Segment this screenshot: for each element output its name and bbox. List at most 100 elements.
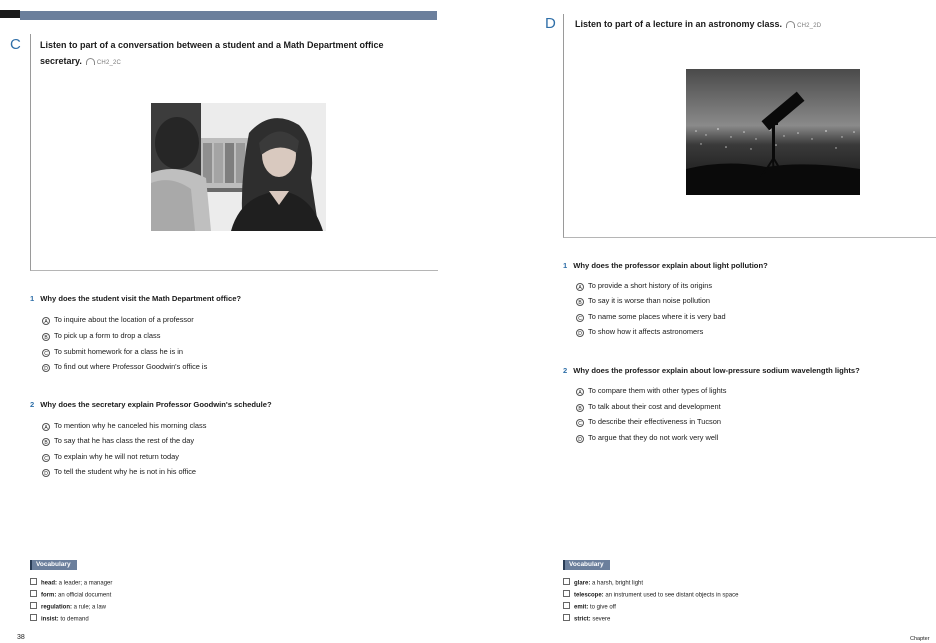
option-letter-circle: A xyxy=(576,388,584,396)
vocab-term: regulation: xyxy=(41,604,72,611)
option-b[interactable]: B To say that he has class the rest of th… xyxy=(42,436,194,446)
option-letter-circle: C xyxy=(42,349,50,357)
vocab-definition: a rule; a law xyxy=(72,604,107,611)
checkbox-icon xyxy=(30,614,37,621)
vocab-definition: to demand xyxy=(58,616,89,623)
option-letter-circle: C xyxy=(576,314,584,322)
option-letter-circle: B xyxy=(42,438,50,446)
vocab-item: strict: severe xyxy=(563,614,610,623)
section-c-letter: C xyxy=(10,36,21,53)
question-number: 1 xyxy=(563,261,568,270)
top-color-bar xyxy=(20,11,437,20)
option-text: To find out where Professor Goodwin's of… xyxy=(54,362,208,371)
vocab-term: form: xyxy=(41,592,57,599)
question-number: 1 xyxy=(30,294,35,303)
section-d-heading-text: Listen to part of a lecture in an astron… xyxy=(575,19,783,29)
page-footer-right: Chapter xyxy=(910,636,930,642)
vocab-item: emit: to give off xyxy=(563,602,616,611)
vocab-definition: severe xyxy=(590,616,611,623)
section-d-letter: D xyxy=(545,15,556,32)
question-text: 2 Why does the secretary explain Professo… xyxy=(30,400,272,409)
option-text: To talk about their cost and development xyxy=(588,402,721,411)
option-c[interactable]: C To explain why he will not return today xyxy=(42,452,179,462)
vocabulary-label: Vocabulary xyxy=(563,560,610,570)
headphones-icon xyxy=(786,21,796,28)
checkbox-icon xyxy=(30,590,37,597)
audio-track-label: CH2_2D xyxy=(797,23,822,29)
option-text: To explain why he will not return today xyxy=(54,452,179,461)
vocab-term: strict: xyxy=(574,616,591,623)
option-b[interactable]: B To talk about their cost and developmen… xyxy=(576,402,721,412)
vocabulary-label: Vocabulary xyxy=(30,560,77,570)
question-number: 2 xyxy=(30,400,35,409)
checkbox-icon xyxy=(563,614,570,621)
option-d[interactable]: D To tell the student why he is not in hi… xyxy=(42,467,196,477)
option-letter-circle: D xyxy=(576,435,584,443)
option-b[interactable]: B To say it is worse than noise pollution xyxy=(576,296,710,306)
question-stem: Why does the student visit the Math Depa… xyxy=(40,294,242,303)
option-b[interactable]: B To pick up a form to drop a class xyxy=(42,331,160,341)
question-stem: Why does the professor explain about low… xyxy=(573,366,860,375)
photo-office-illustration xyxy=(151,103,326,231)
question-stem: Why does the secretary explain Professor… xyxy=(40,400,272,409)
vocab-term: insist: xyxy=(41,616,59,623)
option-text: To provide a short history of its origin… xyxy=(588,281,713,290)
vocab-item: regulation: a rule; a law xyxy=(30,602,106,611)
vocab-definition: an instrument used to see distant object… xyxy=(603,592,739,599)
vocab-term: glare: xyxy=(574,580,591,587)
question-stem: Why does the professor explain about lig… xyxy=(573,261,768,270)
headphones-icon xyxy=(85,58,95,65)
option-a[interactable]: A To inquire about the location of a prof… xyxy=(42,315,194,325)
checkbox-icon xyxy=(563,602,570,609)
question-text: 1 Why does the student visit the Math Dep… xyxy=(30,294,241,303)
vocab-item: glare: a harsh, bright light xyxy=(563,578,643,587)
option-d[interactable]: D To show how it affects astronomers xyxy=(576,327,703,337)
vocab-item: insist: to demand xyxy=(30,614,89,623)
option-a[interactable]: A To compare them with other types of lig… xyxy=(576,386,726,396)
option-text: To describe their effectiveness in Tucso… xyxy=(588,417,721,426)
option-letter-circle: A xyxy=(576,283,584,291)
option-text: To say that he has class the rest of the… xyxy=(54,436,195,445)
vocab-definition: a leader; a manager xyxy=(57,580,113,587)
option-letter-circle: A xyxy=(42,423,50,431)
option-letter-circle: B xyxy=(42,333,50,341)
option-c[interactable]: C To submit homework for a class he is in xyxy=(42,347,183,357)
vocab-item: form: an official document xyxy=(30,590,111,599)
vocab-definition: an official document xyxy=(56,592,112,599)
option-text: To name some places where it is very bad xyxy=(588,312,726,321)
option-letter-circle: D xyxy=(576,329,584,337)
vocab-item: telescope: an instrument used to see dis… xyxy=(563,590,738,599)
checkbox-icon xyxy=(30,578,37,585)
question-text: 1 Why does the professor explain about li… xyxy=(563,261,768,270)
option-text: To show how it affects astronomers xyxy=(588,327,704,336)
option-letter-circle: A xyxy=(42,317,50,325)
question-number: 2 xyxy=(563,366,568,375)
option-a[interactable]: A To mention why he canceled his morning … xyxy=(42,421,206,431)
option-letter-circle: B xyxy=(576,404,584,412)
vocab-item: head: a leader; a manager xyxy=(30,578,112,587)
option-text: To inquire about the location of a profe… xyxy=(54,315,194,324)
option-letter-circle: B xyxy=(576,298,584,306)
option-c[interactable]: C To describe their effectiveness in Tucs… xyxy=(576,417,721,427)
corner-mark xyxy=(0,10,20,18)
option-text: To compare them with other types of ligh… xyxy=(588,386,727,395)
photo-telescope-night-city xyxy=(686,69,860,195)
option-letter-circle: C xyxy=(42,454,50,462)
option-a[interactable]: A To provide a short history of its origi… xyxy=(576,281,712,291)
option-d[interactable]: D To argue that they do not work very wel… xyxy=(576,433,718,443)
checkbox-icon xyxy=(563,590,570,597)
option-text: To mention why he canceled his morning c… xyxy=(54,421,207,430)
photo-student-and-secretary xyxy=(151,103,326,231)
question-text: 2 Why does the professor explain about lo… xyxy=(563,366,860,375)
option-text: To pick up a form to drop a class xyxy=(54,331,161,340)
vocab-term: telescope: xyxy=(574,592,604,599)
option-c[interactable]: C To name some places where it is very ba… xyxy=(576,312,726,322)
option-letter-circle: C xyxy=(576,419,584,427)
section-c-heading-line2: secretary. xyxy=(40,56,82,66)
vocab-definition: to give off xyxy=(588,604,616,611)
page-number-left: 38 xyxy=(17,634,25,641)
section-d-heading: Listen to part of a lecture in an astron… xyxy=(575,16,930,34)
option-letter-circle: D xyxy=(42,364,50,372)
option-d[interactable]: D To find out where Professor Goodwin's o… xyxy=(42,362,207,372)
section-c-heading: Listen to part of a conversation between… xyxy=(40,37,435,71)
